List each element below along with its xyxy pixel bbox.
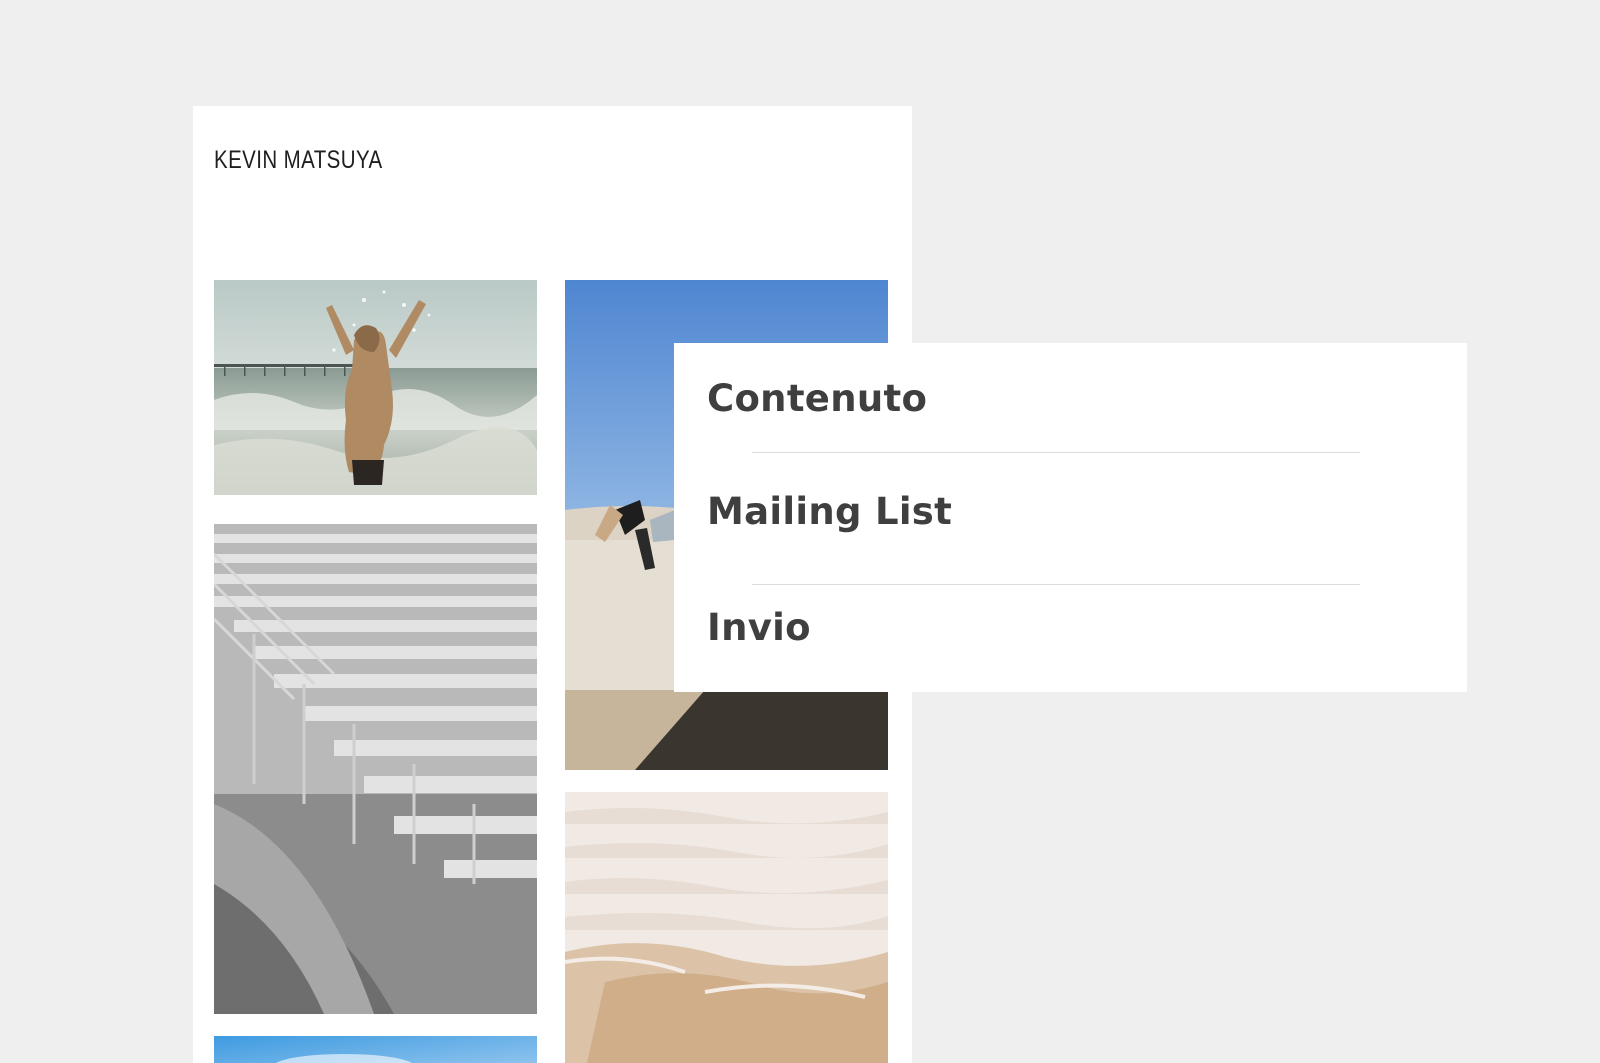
site-title[interactable]: KEVIN MATSUYA <box>214 146 383 175</box>
menu-divider <box>752 584 1360 585</box>
menu-item-contenuto[interactable]: Contenuto <box>707 377 927 420</box>
menu-divider <box>752 452 1360 453</box>
sky-photo[interactable] <box>214 1036 537 1063</box>
bleachers-photo[interactable] <box>214 524 537 1014</box>
bleachers-image <box>214 524 537 1014</box>
beach-splash-photo[interactable] <box>214 280 537 495</box>
menu-item-mailing-list[interactable]: Mailing List <box>707 490 952 533</box>
menu-item-invio[interactable]: Invio <box>707 606 811 649</box>
terraces-image <box>565 792 888 1063</box>
menu-panel: Contenuto Mailing List Invio <box>674 343 1467 692</box>
terraces-photo[interactable] <box>565 792 888 1063</box>
beach-splash-image <box>214 280 537 495</box>
sky-image <box>214 1036 537 1063</box>
